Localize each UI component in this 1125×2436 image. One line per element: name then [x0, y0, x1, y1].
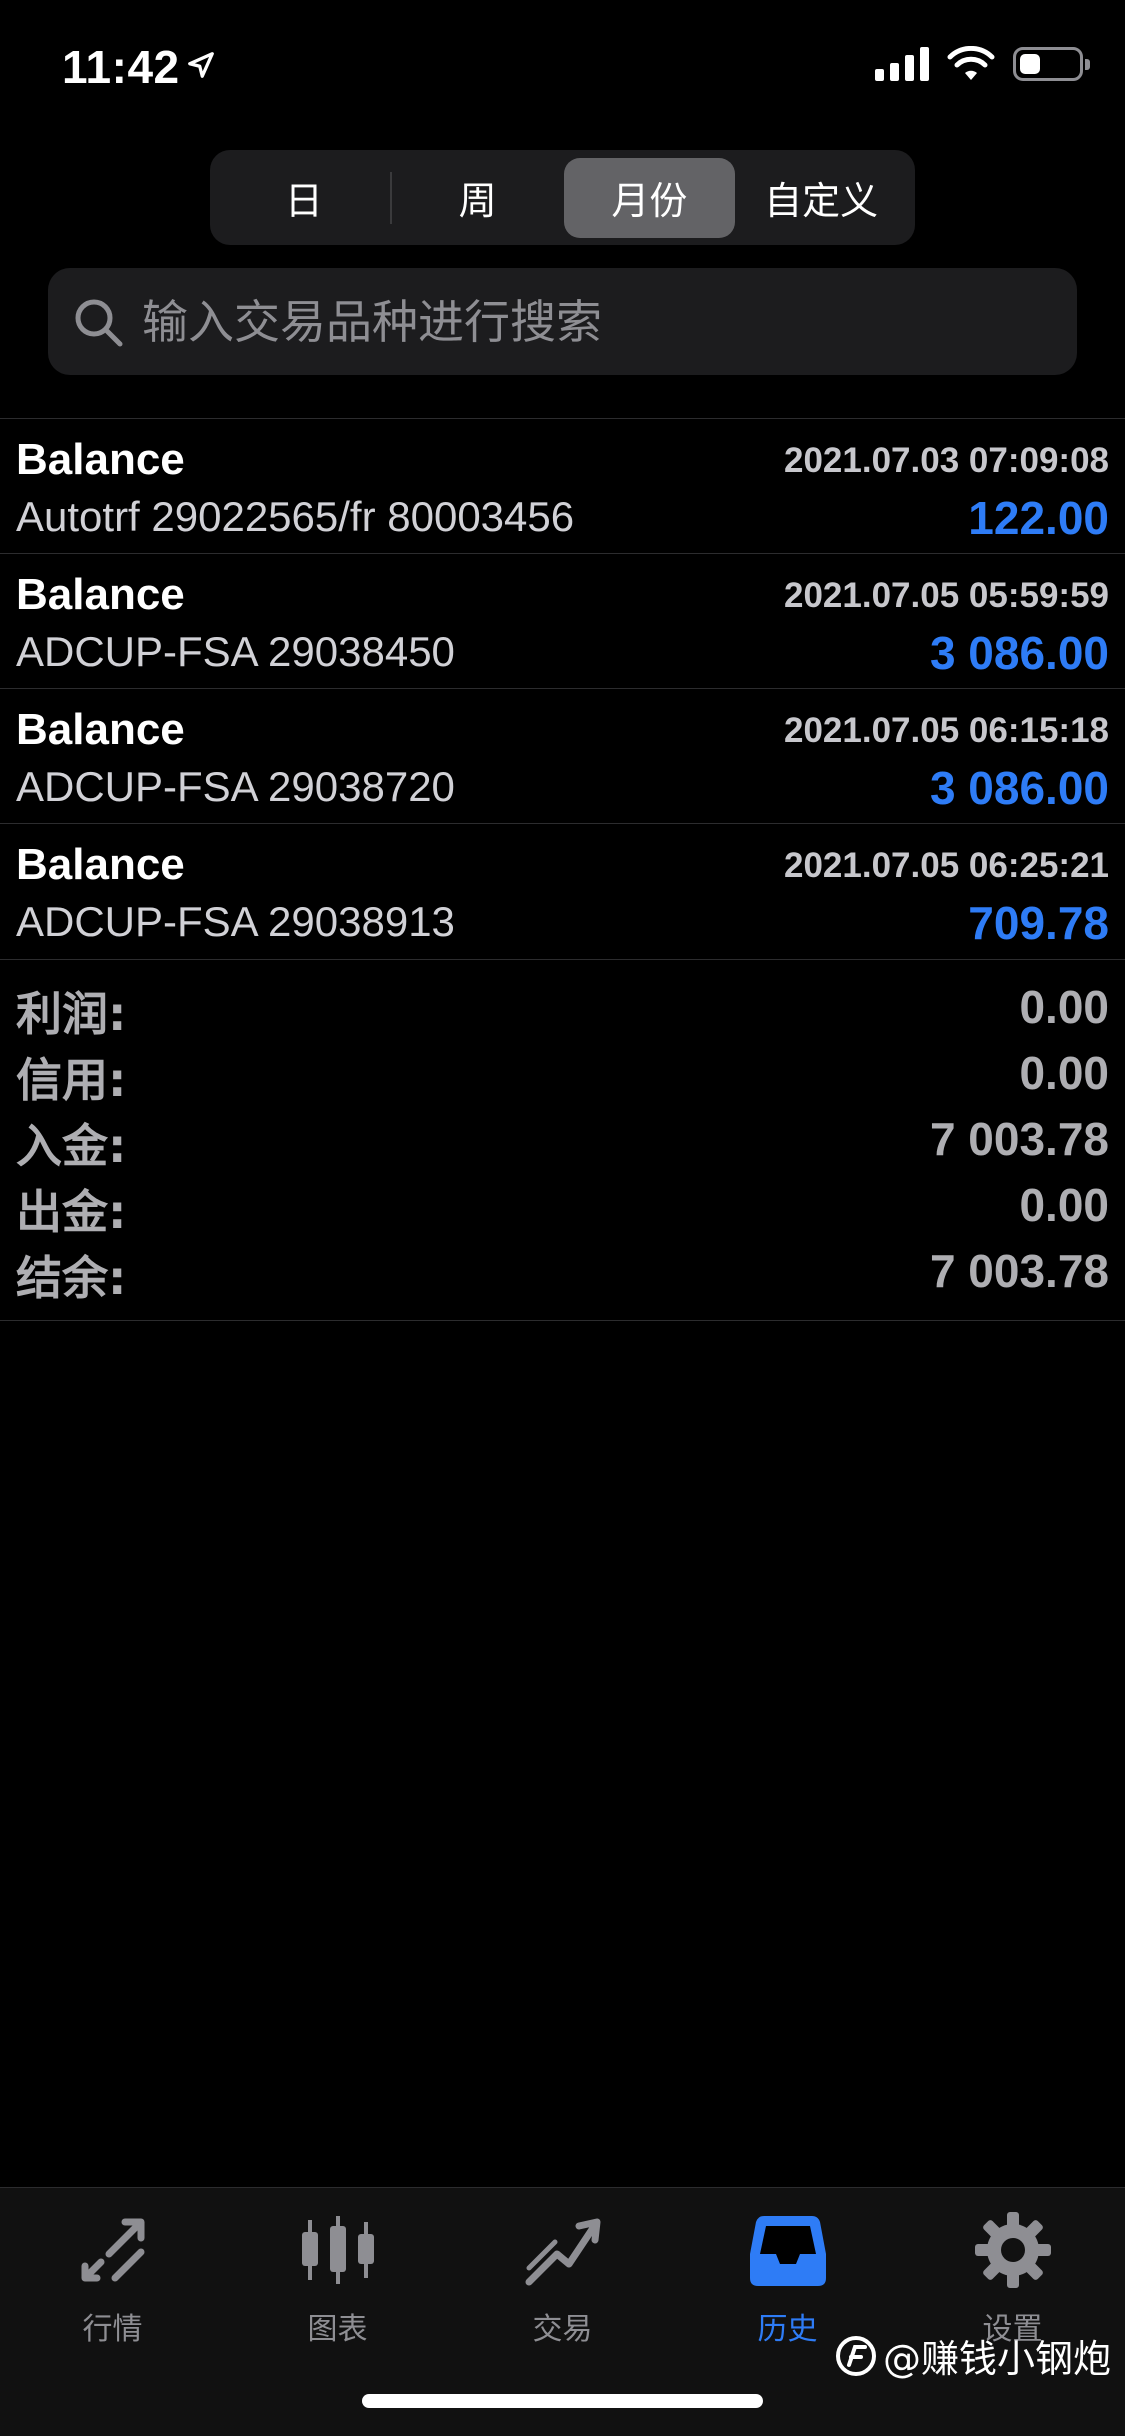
- transaction-comment: ADCUP-FSA 29038720: [16, 763, 455, 810]
- transaction-amount: 709.78: [968, 897, 1109, 949]
- tab-week[interactable]: 周: [392, 158, 564, 238]
- status-time: 11:42: [62, 41, 180, 93]
- summary-label: 利润:: [16, 987, 127, 1041]
- search-bar[interactable]: [48, 268, 1077, 375]
- summary-label: 入金:: [16, 1119, 127, 1173]
- summary-credit: 信用: 0.00: [0, 1042, 1125, 1108]
- tab-charts[interactable]: 图表: [225, 2208, 450, 2378]
- summary-label: 出金:: [16, 1185, 127, 1239]
- summary-label: 信用:: [16, 1053, 127, 1107]
- candlestick-chart-icon: [301, 2216, 374, 2284]
- summary-label: 结余:: [16, 1251, 127, 1305]
- cellular-signal-icon: [875, 47, 929, 81]
- transaction-amount: 3 086.00: [929, 762, 1109, 814]
- watermark: @赚钱小钢炮: [835, 2328, 1111, 2383]
- summary-value: 0.00: [1019, 1179, 1109, 1231]
- summary-value: 0.00: [1019, 1047, 1109, 1099]
- transaction-row[interactable]: Balance 2021.07.05 06:25:21 ADCUP-FSA 29…: [0, 823, 1125, 958]
- quotes-arrows-icon: [81, 2218, 144, 2282]
- transaction-type: Balance: [16, 435, 185, 484]
- tab-custom[interactable]: 自定义: [735, 158, 907, 238]
- transaction-time: 2021.07.03 07:09:08: [784, 441, 1109, 480]
- transaction-row[interactable]: Balance 2021.07.05 05:59:59 ADCUP-FSA 29…: [0, 553, 1125, 688]
- summary-balance: 结余: 7 003.78: [0, 1240, 1125, 1306]
- period-segmented-control: 日 周 月份 自定义: [210, 150, 915, 245]
- summary-panel: 利润: 0.00 信用: 0.00 入金: 7 003.78 出金: 0.00 …: [0, 959, 1125, 1321]
- transaction-amount: 122.00: [968, 492, 1109, 544]
- transaction-time: 2021.07.05 05:59:59: [784, 576, 1109, 615]
- summary-value: 7 003.78: [929, 1245, 1109, 1297]
- history-inbox-icon: [749, 2216, 826, 2286]
- tab-label: 图表: [307, 2312, 368, 2347]
- tab-quotes[interactable]: 行情: [0, 2208, 225, 2378]
- tab-label: 交易: [532, 2312, 593, 2347]
- trade-trend-icon: [525, 2218, 600, 2286]
- tab-label: 历史: [757, 2312, 818, 2347]
- status-indicators: [875, 46, 1090, 82]
- transaction-amount: 3 086.00: [929, 627, 1109, 679]
- summary-deposit: 入金: 7 003.78: [0, 1108, 1125, 1174]
- transaction-comment: ADCUP-FSA 29038913: [16, 898, 455, 945]
- transaction-type: Balance: [16, 705, 185, 754]
- location-arrow-icon: [188, 52, 214, 78]
- search-input[interactable]: [142, 294, 1042, 349]
- watermark-text: @赚钱小钢炮: [882, 2337, 1111, 2381]
- transaction-type: Balance: [16, 570, 185, 619]
- transaction-time: 2021.07.05 06:15:18: [784, 711, 1109, 750]
- transaction-type: Balance: [16, 840, 185, 889]
- wifi-icon: [947, 46, 995, 80]
- battery-icon: [1013, 47, 1090, 81]
- settings-gear-icon: [974, 2212, 1051, 2288]
- transaction-comment: ADCUP-FSA 29038450: [16, 628, 455, 675]
- tab-month[interactable]: 月份: [563, 157, 736, 238]
- summary-value: 7 003.78: [929, 1113, 1109, 1165]
- battery-fill: [1020, 54, 1040, 74]
- transaction-row[interactable]: Balance 2021.07.03 07:09:08 Autotrf 2902…: [0, 418, 1125, 553]
- summary-withdrawal: 出金: 0.00: [0, 1174, 1125, 1240]
- tab-day[interactable]: 日: [218, 158, 390, 238]
- tab-label: 行情: [82, 2312, 143, 2347]
- tab-trade[interactable]: 交易: [450, 2208, 675, 2378]
- status-bar: 11:42: [0, 0, 1125, 140]
- transaction-comment: Autotrf 29022565/fr 80003456: [16, 493, 575, 540]
- weibo-logo-icon: [835, 2335, 876, 2376]
- summary-profit: 利润: 0.00: [0, 976, 1125, 1042]
- transaction-time: 2021.07.05 06:25:21: [784, 846, 1109, 885]
- summary-value: 0.00: [1019, 981, 1109, 1033]
- home-indicator[interactable]: [362, 2394, 763, 2408]
- transaction-list: Balance 2021.07.03 07:09:08 Autotrf 2902…: [0, 418, 1125, 958]
- search-icon: [75, 299, 123, 346]
- transaction-row[interactable]: Balance 2021.07.05 06:15:18 ADCUP-FSA 29…: [0, 688, 1125, 823]
